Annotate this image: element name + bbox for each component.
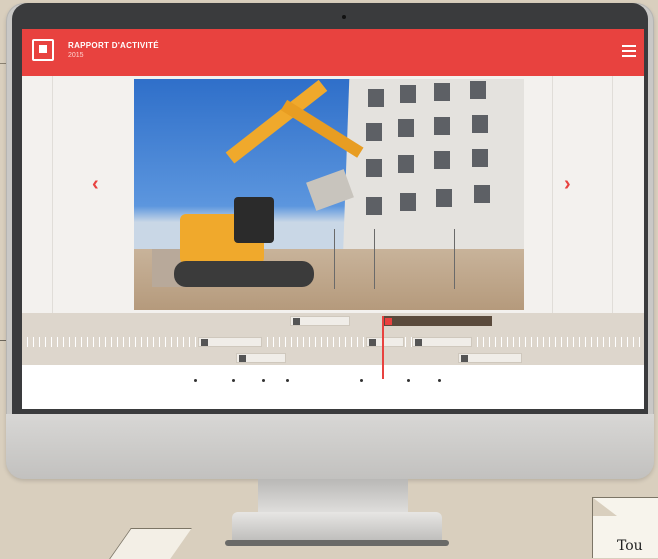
app-title: RAPPORT D'ACTIVITÉ (68, 41, 159, 50)
monitor-stand-neck (258, 479, 408, 515)
axis-marker[interactable] (360, 379, 363, 382)
slide-area: ‹ › (22, 76, 644, 314)
axis-marker[interactable] (194, 379, 197, 382)
timeline-card[interactable] (236, 353, 286, 363)
fence-post (334, 229, 335, 289)
fence-post (374, 229, 375, 289)
timeline-card[interactable] (458, 353, 522, 363)
grid-line (612, 76, 613, 314)
fence-post (454, 229, 455, 289)
camera-icon (342, 15, 346, 19)
timeline-cursor[interactable] (382, 316, 384, 379)
app-header: RAPPORT D'ACTIVITÉ 2015 (22, 29, 644, 76)
prev-arrow-button[interactable]: ‹ (92, 174, 99, 194)
axis-marker[interactable] (232, 379, 235, 382)
timeline-axis (22, 365, 644, 409)
callout-left (109, 528, 192, 559)
app-screen: RAPPORT D'ACTIVITÉ 2015 ‹ › (22, 29, 644, 409)
logo-icon[interactable] (32, 39, 54, 61)
axis-marker[interactable] (262, 379, 265, 382)
axis-marker[interactable] (438, 379, 441, 382)
timeline-card[interactable] (290, 316, 350, 326)
excavator-track (174, 261, 314, 287)
axis-marker[interactable] (407, 379, 410, 382)
timeline-ruler[interactable] (22, 337, 644, 347)
axis-marker[interactable] (286, 379, 289, 382)
next-arrow-button[interactable]: › (564, 174, 571, 194)
grid-line (552, 76, 553, 314)
timeline-card[interactable] (366, 337, 404, 347)
grid-line (52, 76, 53, 314)
monitor-stand-base (232, 512, 442, 542)
timeline-card-active[interactable] (382, 316, 492, 326)
timeline-card[interactable] (198, 337, 262, 347)
app-year: 2015 (68, 52, 84, 59)
menu-icon[interactable] (622, 45, 636, 59)
slide-photo (134, 79, 524, 310)
monitor-stand-shadow (225, 540, 449, 546)
timeline-card[interactable] (412, 337, 472, 347)
excavator-cab (234, 197, 274, 243)
callout-text: Tou (617, 538, 643, 554)
monitor-chin (6, 414, 654, 479)
